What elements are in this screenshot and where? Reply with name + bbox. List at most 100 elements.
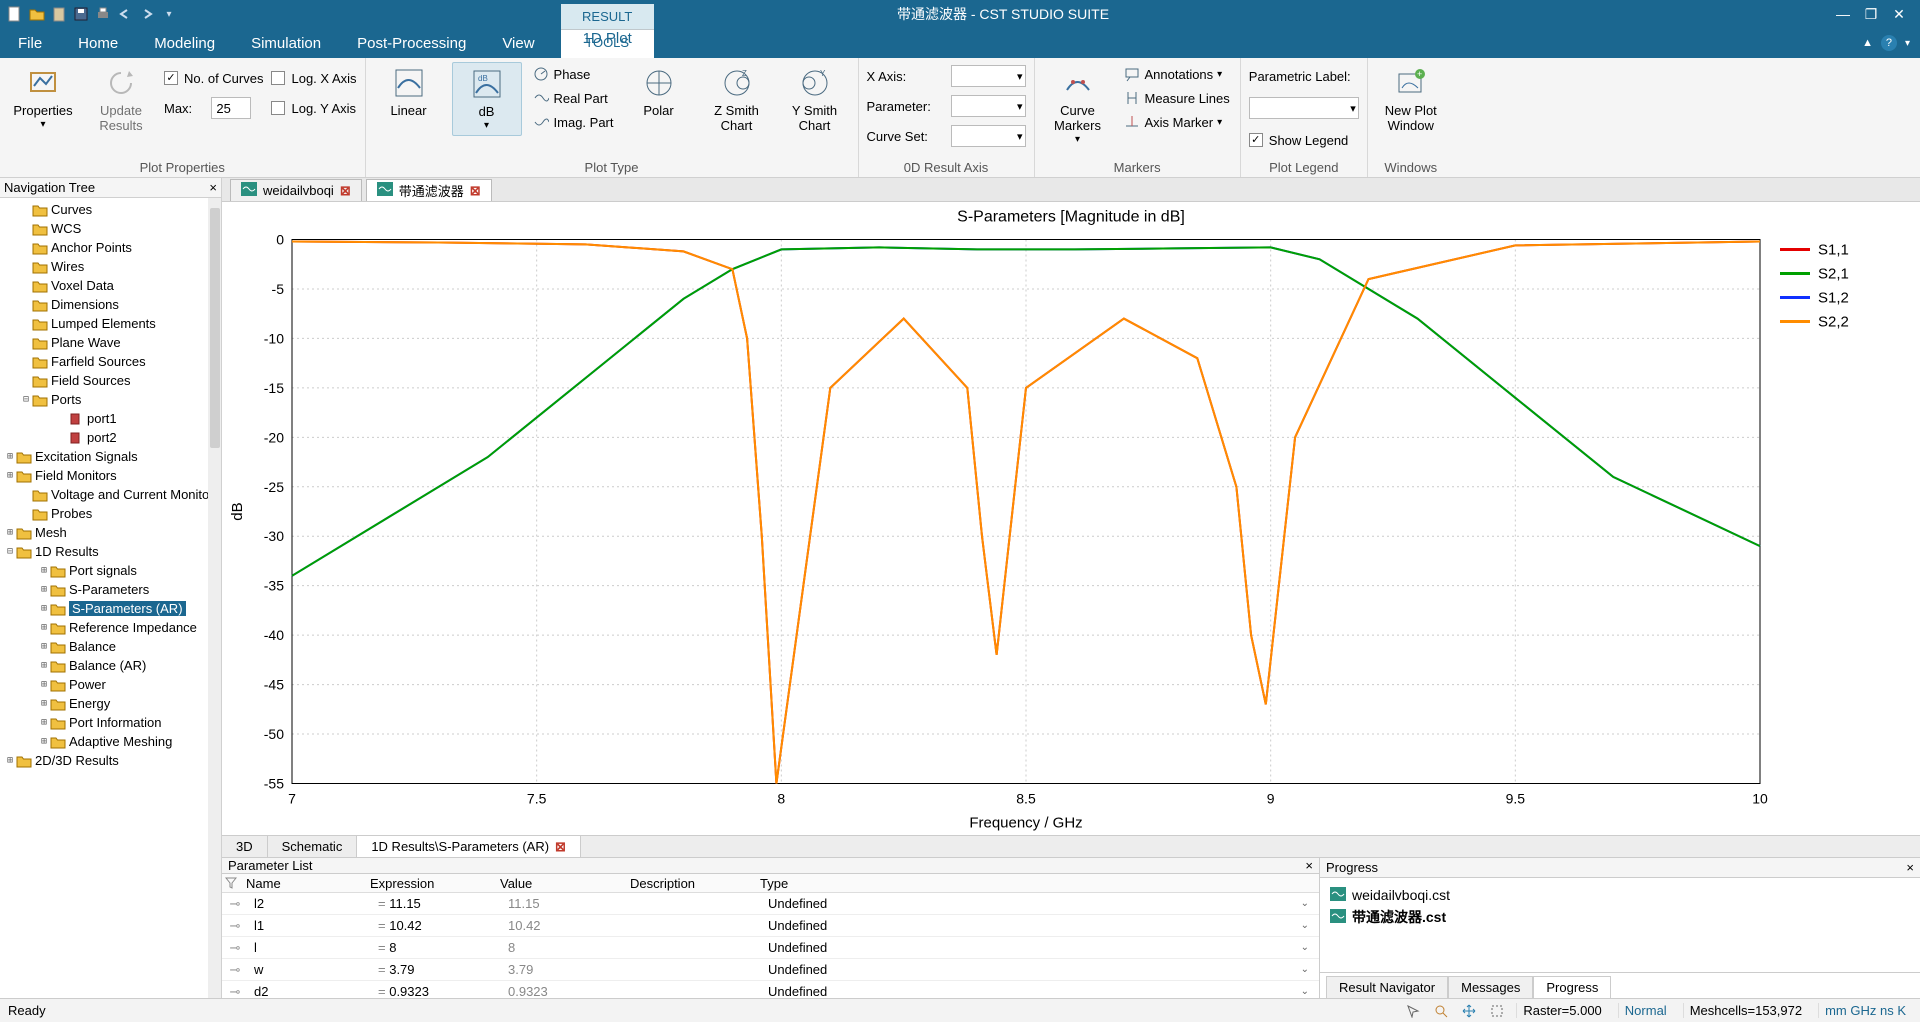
z-smith-button[interactable]: Z Z Smith Chart [702, 62, 772, 138]
qat-dropdown-icon[interactable]: ▾ [160, 5, 178, 23]
num-curves-checkbox[interactable]: ✓ [164, 71, 178, 85]
real-part-button[interactable]: Real Part [530, 88, 616, 108]
menu-file[interactable]: File [0, 28, 60, 58]
tree-item[interactable]: ⊞Field Monitors [0, 466, 221, 485]
param-row[interactable]: ⊸ l2 = 11.15 11.15 Undefined⌄ [222, 893, 1319, 915]
save-icon[interactable] [72, 5, 90, 23]
param-expression[interactable]: = 8 [378, 940, 508, 955]
col-name[interactable]: Name [240, 876, 370, 891]
properties-button[interactable]: Properties▾ [8, 62, 78, 134]
tree-item[interactable]: Probes [0, 504, 221, 523]
expand-icon[interactable]: ⊞ [4, 451, 16, 462]
expand-icon[interactable]: ⊞ [38, 679, 50, 690]
tree-item[interactable]: WCS [0, 219, 221, 238]
col-expression[interactable]: Expression [370, 876, 500, 891]
status-normal[interactable]: Normal [1618, 1003, 1673, 1018]
view-tab[interactable]: 1D Results\S-Parameters (AR)⊠ [357, 836, 581, 857]
tree-item[interactable]: Curves [0, 200, 221, 219]
navigation-tree[interactable]: CurvesWCSAnchor PointsWiresVoxel DataDim… [0, 198, 221, 998]
pointer-icon[interactable] [1404, 1002, 1422, 1020]
tree-item[interactable]: ⊞Mesh [0, 523, 221, 542]
measure-lines-button[interactable]: Measure Lines [1121, 88, 1232, 108]
tree-item[interactable]: Lumped Elements [0, 314, 221, 333]
expand-icon[interactable]: ⊞ [4, 527, 16, 538]
help-dropdown-icon[interactable]: ▾ [1905, 38, 1910, 49]
linear-button[interactable]: Linear [374, 62, 444, 123]
minimize-button[interactable]: — [1832, 6, 1854, 23]
db-button[interactable]: dB dB▾ [452, 62, 522, 136]
nav-close-icon[interactable]: × [209, 180, 217, 195]
param-row[interactable]: ⊸ w = 3.79 3.79 Undefined⌄ [222, 959, 1319, 981]
new-icon[interactable] [6, 5, 24, 23]
param-row[interactable]: ⊸ l1 = 10.42 10.42 Undefined⌄ [222, 915, 1319, 937]
parameter-combo[interactable]: ▾ [951, 95, 1026, 117]
expand-icon[interactable]: ⊞ [38, 584, 50, 595]
logx-checkbox[interactable] [271, 71, 285, 85]
param-type[interactable]: Undefined⌄ [768, 984, 1319, 999]
menu-view[interactable]: View [484, 28, 552, 58]
tab-close-icon[interactable]: ⊠ [555, 839, 566, 855]
tree-item[interactable]: Farfield Sources [0, 352, 221, 371]
param-expression[interactable]: = 0.9323 [378, 984, 508, 999]
tree-item[interactable]: ⊟1D Results [0, 542, 221, 561]
nav-scroll-thumb[interactable] [210, 208, 220, 448]
annotations-button[interactable]: Annotations ▾ [1121, 64, 1232, 84]
tree-item[interactable]: Plane Wave [0, 333, 221, 352]
expand-icon[interactable]: ⊞ [38, 603, 50, 614]
imag-part-button[interactable]: Imag. Part [530, 112, 616, 132]
menu-home[interactable]: Home [60, 28, 136, 58]
curveset-combo[interactable]: ▾ [951, 125, 1026, 147]
move-icon[interactable] [1460, 1002, 1478, 1020]
expand-icon[interactable]: ⊟ [4, 546, 16, 557]
menu-simulation[interactable]: Simulation [233, 28, 339, 58]
tree-item[interactable]: ⊞Excitation Signals [0, 447, 221, 466]
tree-item[interactable]: ⊟Ports [0, 390, 221, 409]
tree-item[interactable]: Wires [0, 257, 221, 276]
tree-item[interactable]: Voltage and Current Monitors [0, 485, 221, 504]
tree-item[interactable]: ⊞S-Parameters (AR) [0, 599, 221, 618]
param-type[interactable]: Undefined⌄ [768, 896, 1319, 911]
new-plot-window-button[interactable]: + New Plot Window [1376, 62, 1446, 138]
expand-icon[interactable]: ⊞ [38, 736, 50, 747]
param-type[interactable]: Undefined⌄ [768, 940, 1319, 955]
pin-icon[interactable]: ⊸ [222, 940, 248, 956]
param-close-icon[interactable]: × [1305, 858, 1313, 873]
expand-icon[interactable]: ⊞ [38, 641, 50, 652]
nav-scrollbar[interactable] [208, 198, 221, 998]
paste-icon[interactable] [50, 5, 68, 23]
ribbon-collapse-icon[interactable]: ▲ [1862, 37, 1873, 49]
undo-icon[interactable] [116, 5, 134, 23]
pin-icon[interactable]: ⊸ [222, 896, 248, 912]
view-tab[interactable]: 3D [222, 836, 268, 857]
pin-icon[interactable]: ⊸ [222, 918, 248, 934]
tree-item[interactable]: ⊞Reference Impedance [0, 618, 221, 637]
logy-checkbox[interactable] [271, 101, 285, 115]
tree-item[interactable]: ⊞Balance [0, 637, 221, 656]
bounds-icon[interactable] [1488, 1002, 1506, 1020]
param-type[interactable]: Undefined⌄ [768, 962, 1319, 977]
tree-item[interactable]: ⊞Energy [0, 694, 221, 713]
tree-item[interactable]: ⊞S-Parameters [0, 580, 221, 599]
progress-close-icon[interactable]: × [1906, 860, 1914, 875]
tab-close-icon[interactable]: ⊠ [470, 183, 481, 199]
expand-icon[interactable]: ⊞ [4, 470, 16, 481]
open-icon[interactable] [28, 5, 46, 23]
view-tab[interactable]: Schematic [268, 836, 358, 857]
expand-icon[interactable]: ⊞ [38, 622, 50, 633]
tree-item[interactable]: ⊞2D/3D Results [0, 751, 221, 770]
maximize-button[interactable]: ❐ [1860, 6, 1882, 23]
progress-tab[interactable]: Progress [1533, 976, 1611, 998]
param-expression[interactable]: = 11.15 [378, 896, 508, 911]
update-results-button[interactable]: Update Results [86, 62, 156, 138]
redo-icon[interactable] [138, 5, 156, 23]
progress-file-entry[interactable]: 带通滤波器.cst [1330, 906, 1910, 928]
tree-item[interactable]: Dimensions [0, 295, 221, 314]
expand-icon[interactable]: ⊞ [38, 565, 50, 576]
tree-item[interactable]: port1 [0, 409, 221, 428]
menu-post-processing[interactable]: Post-Processing [339, 28, 484, 58]
progress-file-entry[interactable]: weidailvboqi.cst [1330, 884, 1910, 906]
chart-area[interactable]: S-Parameters [Magnitude in dB]77.588.599… [222, 202, 1920, 835]
close-button[interactable]: ✕ [1888, 6, 1910, 23]
max-curves-input[interactable] [211, 97, 251, 119]
tree-item[interactable]: ⊞Adaptive Meshing [0, 732, 221, 751]
